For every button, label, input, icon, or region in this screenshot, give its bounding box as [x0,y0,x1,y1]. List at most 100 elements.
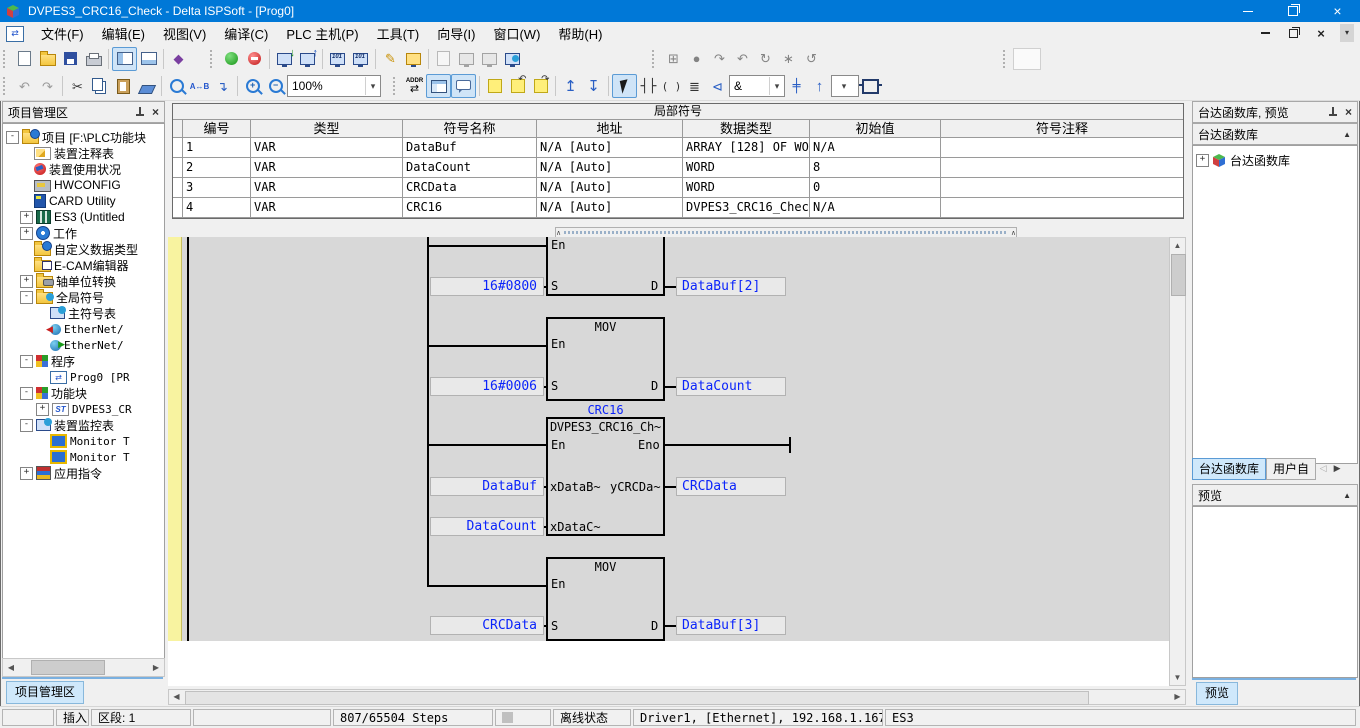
logic-operator-combo[interactable]: & ▾ [729,75,785,97]
goto-icon[interactable]: ↴ [211,75,234,97]
erase-icon[interactable] [135,75,158,97]
scroll-up-icon[interactable]: ▲ [1170,238,1185,253]
col-datatype[interactable]: 数据类型 [683,120,810,138]
col-number[interactable]: 编号 [183,120,251,138]
tree-expander[interactable]: + [36,403,49,416]
tree-item-project[interactable]: -项目 [F:\PLC功能块 [3,129,164,145]
pane-splitter[interactable]: ∧ ∧ [168,227,1186,236]
col-name[interactable]: 符号名称 [403,120,537,138]
operand-input[interactable]: DataCount [430,517,544,536]
tree-expander[interactable]: - [20,291,33,304]
tree-item-data-types[interactable]: 自定义数据类型 [3,241,164,257]
minimize-button[interactable] [1225,0,1270,22]
tree-item-monitor-1[interactable]: Monitor T [3,433,164,449]
copy-icon[interactable] [89,75,112,97]
menu-wizard[interactable]: 向导(I) [428,21,484,46]
chevron-down-icon[interactable]: ▾ [769,77,784,95]
select-cursor-icon[interactable] [612,74,637,98]
save-icon[interactable] [59,48,82,70]
toolbar-grip[interactable] [3,77,9,95]
project-tree-hscrollbar[interactable]: ◀ ▶ [2,658,165,677]
tree-item-device-comment[interactable]: 装置注释表 [3,145,164,161]
toolbar-grip[interactable] [210,50,216,68]
tree-item-global-symbols[interactable]: -全局符号 [3,289,164,305]
address-toggle-icon[interactable]: ADDR⇄ [403,75,426,97]
toolbar-grip[interactable] [3,50,9,68]
operand-output[interactable]: CRCData [676,477,786,496]
edit-pen-icon[interactable]: ✎ [379,48,402,70]
tab-scroll-right-icon[interactable]: ▶ [1330,458,1344,478]
col-initial[interactable]: 初始值 [810,120,941,138]
ladder-vscrollbar[interactable]: ▲ ▼ [1169,237,1186,686]
tree-item-monitor-2[interactable]: Monitor T [3,449,164,465]
library-section-header[interactable]: 台达函数库 ▲ [1192,123,1358,145]
chevron-down-icon[interactable]: ▾ [365,77,380,95]
open-file-icon[interactable] [36,48,59,70]
close-button[interactable]: × [1315,0,1360,22]
bookmark-prev-icon[interactable]: ↶ [506,75,529,97]
tree-item-fb-crc16[interactable]: +STDVPES3_CR [3,401,164,417]
burst-icon[interactable]: ∗ [777,48,800,70]
scroll-left-icon[interactable]: ◀ [169,690,184,704]
paste-icon[interactable] [112,75,135,97]
contact-icon[interactable]: ┤├ [637,75,660,97]
tab-delta-library[interactable]: 台达函数库 [1192,458,1266,480]
redo-icon[interactable]: ↷ [36,75,59,97]
simulator-icon[interactable] [432,48,455,70]
close-icon[interactable]: × [152,105,159,119]
usage-book-icon[interactable]: ◆ [167,48,190,70]
close-icon[interactable]: × [1345,105,1352,119]
scroll-down-icon[interactable]: ▼ [1170,670,1185,685]
menu-plc[interactable]: PLC 主机(P) [277,21,367,46]
tree-item-ethernet-in[interactable]: EtherNet/ [3,321,164,337]
coil-icon[interactable]: ( ) [660,75,683,97]
rotate-ccw-icon[interactable]: ↶ [731,48,754,70]
ladder-editor[interactable]: En S D 16#0800 DataBuf[2] MOV En S D 16#… [168,237,1169,686]
tree-item-hwconfig[interactable]: HWCONFIG [3,177,164,193]
download-program-icon[interactable]: ↓ [273,48,296,70]
operand-input[interactable]: 16#0800 [430,277,544,296]
tree-item-ethernet-out[interactable]: EtherNet/ [3,337,164,353]
restore-button[interactable] [1270,0,1315,22]
device-monitor-icon[interactable]: 101 [349,48,372,70]
toolbar-overflow-icon[interactable]: ▾ [1340,24,1354,42]
scroll-thumb[interactable] [31,660,105,675]
operand-output[interactable]: DataCount [676,377,786,396]
view-output-icon[interactable] [137,48,160,70]
pin-icon[interactable] [1328,107,1338,117]
move-direction-combo[interactable]: ▾ [831,75,859,97]
tree-item-delta-library[interactable]: + 台达函数库 [1193,152,1357,168]
tree-expander[interactable]: + [20,275,33,288]
menu-edit[interactable]: 编辑(E) [93,21,154,46]
toolbar-grip[interactable] [393,77,399,95]
preview-section-header[interactable]: 预览 ▲ [1192,484,1358,506]
tab-user-defined[interactable]: 用户自 [1266,458,1316,480]
online-edit-icon[interactable] [402,48,425,70]
operand-input[interactable]: DataBuf [430,477,544,496]
view-workspace-icon[interactable] [112,47,137,71]
toolbar-grip[interactable] [1003,50,1009,68]
tree-expander[interactable]: + [20,227,33,240]
insert-network-below-icon[interactable]: ↧ [582,75,605,97]
tree-item-prog0[interactable]: ⇄Prog0 [PR [3,369,164,385]
rotate-cw-icon[interactable]: ↷ [708,48,731,70]
tab-project-management[interactable]: 项目管理区 [6,681,84,704]
tree-expander[interactable]: + [1196,154,1209,167]
record-point-icon[interactable]: ● [685,48,708,70]
cut-icon[interactable]: ✂ [66,75,89,97]
tree-expander[interactable]: + [20,211,33,224]
function-block-icon[interactable] [859,75,882,97]
sim-monitor-icon[interactable] [455,48,478,70]
cycle-icon[interactable]: ↻ [754,48,777,70]
resync-icon[interactable]: ↺ [800,48,823,70]
operand-output[interactable]: DataBuf[3] [676,616,786,635]
scroll-thumb[interactable] [185,691,1089,705]
operand-input[interactable]: 16#0006 [430,377,544,396]
empty-toolbar-button[interactable] [1013,48,1041,70]
run-icon[interactable] [220,48,243,70]
tree-item-card-utility[interactable]: CARD Utility [3,193,164,209]
sim-device-icon[interactable] [478,48,501,70]
tree-item-device-usage[interactable]: 装置使用状况 [3,161,164,177]
tab-scroll-left-icon[interactable]: ◁ [1316,458,1330,478]
mdi-restore-button[interactable] [1284,25,1302,41]
